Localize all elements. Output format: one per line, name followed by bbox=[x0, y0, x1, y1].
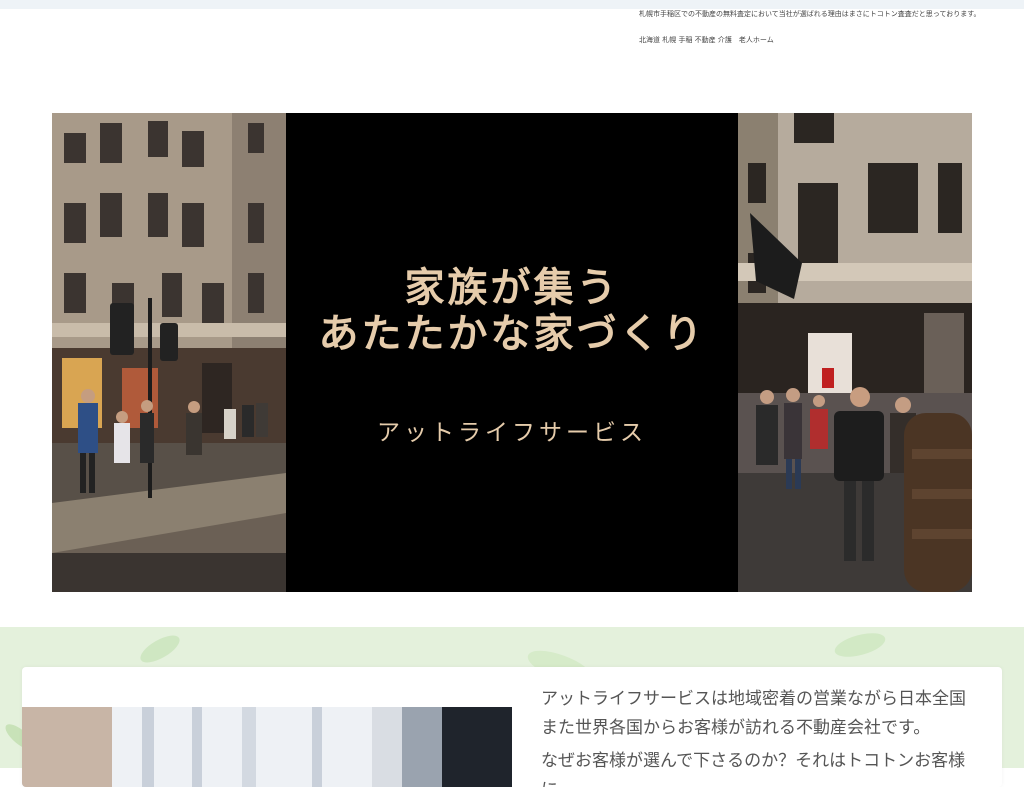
intro-photo bbox=[22, 707, 512, 787]
intro-card: アットライフサービスは地域密着の営業ながら日本全国また世界各国からお客様が訪れる… bbox=[22, 667, 1002, 787]
hero-banner: 家族が集う あたたかな家づくり アットライフサービス bbox=[52, 113, 972, 592]
hero-headline-1: 家族が集う bbox=[404, 264, 620, 311]
header-text: 札幌市手稲区での不動産の無料査定において当社が選ばれる理由はまさにトコトン査査だ… bbox=[639, 9, 1019, 45]
hero-photo-left bbox=[52, 113, 286, 592]
hero-title-panel: 家族が集う あたたかな家づくり アットライフサービス bbox=[286, 113, 738, 592]
hero-headline-2: あたたかな家づくり bbox=[318, 310, 706, 357]
site-description: 札幌市手稲区での不動産の無料査定において当社が選ばれる理由はまさにトコトン査査だ… bbox=[639, 10, 981, 18]
site-tags: 北海道 札幌 手稲 不動産 介護 老人ホーム bbox=[639, 36, 774, 44]
hero-brand-name: アットライフサービス bbox=[377, 420, 647, 446]
intro-paragraph-1: アットライフサービスは地域密着の営業ながら日本全国また世界各国からお客様が訪れる… bbox=[541, 689, 966, 738]
intro-text: アットライフサービスは地域密着の営業ながら日本全国また世界各国からお客様が訪れる… bbox=[541, 685, 981, 787]
intro-paragraph-2: なぜお客様が選んで下さるのか？それはトコトンお客様に bbox=[541, 751, 966, 787]
top-strip bbox=[0, 0, 1024, 9]
hero-photo-right bbox=[738, 113, 972, 592]
